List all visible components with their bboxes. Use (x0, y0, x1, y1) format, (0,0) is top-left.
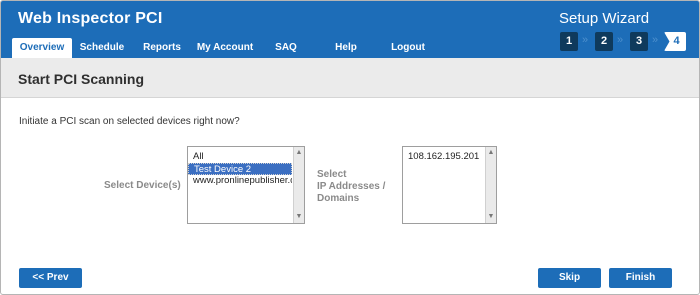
select-ip-label: Select IP Addresses / Domains (317, 169, 385, 205)
tab-overview[interactable]: Overview (12, 38, 72, 58)
wizard-window: Web Inspector PCI Setup Wizard Overview … (0, 0, 700, 295)
app-title: Web Inspector PCI (18, 10, 163, 27)
devices-scrollbar[interactable]: ▲ ▼ (293, 147, 304, 223)
ip-option[interactable]: 108.162.195.201 (403, 151, 496, 163)
ip-addresses-listbox[interactable]: 108.162.195.201 ▲ ▼ (402, 146, 497, 224)
step-separator-icon: » (617, 34, 624, 46)
step-separator-icon: » (652, 34, 659, 46)
tab-saq[interactable]: SAQ (266, 38, 306, 58)
device-option-selected[interactable]: Test Device 2 (188, 163, 292, 175)
wizard-step-3: 3 (630, 32, 648, 51)
select-ip-label-line3: Domains (317, 193, 360, 204)
scroll-up-icon[interactable]: ▲ (486, 148, 496, 158)
wizard-title: Setup Wizard (559, 10, 650, 27)
tab-schedule[interactable]: Schedule (74, 38, 130, 58)
scroll-up-icon[interactable]: ▲ (294, 148, 304, 158)
scroll-down-icon[interactable]: ▼ (294, 212, 304, 222)
finish-button[interactable]: Finish (609, 268, 672, 288)
tab-help[interactable]: Help (330, 38, 362, 58)
select-ip-label-line2: IP Addresses / (317, 181, 386, 192)
skip-button[interactable]: Skip (538, 268, 601, 288)
select-ip-label-line1: Select (317, 169, 347, 180)
wizard-step-1: 1 (560, 32, 578, 51)
wizard-step-2: 2 (595, 32, 613, 51)
select-devices-label: Select Device(s) (104, 180, 181, 191)
tab-reports[interactable]: Reports (136, 38, 188, 58)
intro-text: Initiate a PCI scan on selected devices … (19, 116, 240, 127)
scroll-down-icon[interactable]: ▼ (486, 212, 496, 222)
ip-scrollbar[interactable]: ▲ ▼ (485, 147, 496, 223)
page-title: Start PCI Scanning (18, 71, 145, 87)
tab-logout[interactable]: Logout (388, 38, 428, 58)
device-option-all[interactable]: All (188, 151, 304, 163)
section-header: Start PCI Scanning (1, 58, 699, 98)
devices-listbox[interactable]: All Test Device 2 www.pronlinepublisher.… (187, 146, 305, 224)
device-option-website[interactable]: www.pronlinepublisher.com (188, 175, 292, 187)
header-bar: Web Inspector PCI Setup Wizard Overview … (1, 1, 699, 58)
tab-my-account[interactable]: My Account (192, 38, 258, 58)
step-separator-icon: » (582, 34, 589, 46)
wizard-step-4-current: 4 (664, 32, 686, 51)
prev-button[interactable]: << Prev (19, 268, 82, 288)
